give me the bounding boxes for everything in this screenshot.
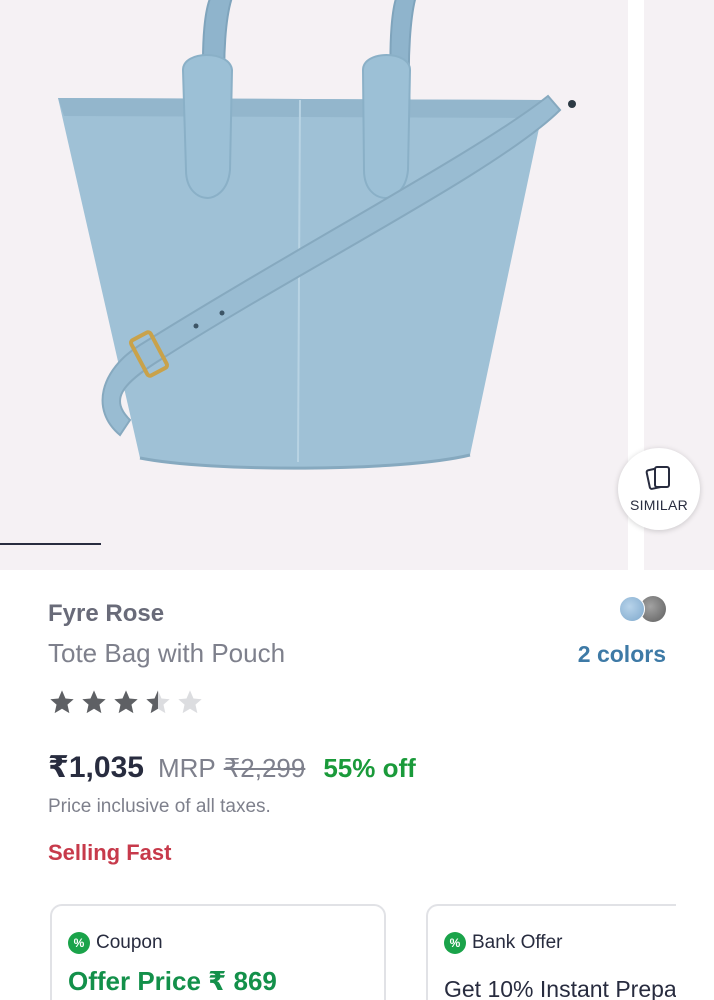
similar-label: SIMILAR (629, 497, 689, 513)
bank-offer-tag-label: Bank Offer (472, 932, 563, 953)
percent-badge-icon: % (444, 932, 466, 954)
star-icon-filled (50, 690, 74, 714)
selling-price: ₹1,035 (48, 751, 144, 784)
rating-stars (48, 688, 204, 716)
discount-badge: 55% off (323, 753, 416, 783)
star-icon-filled (82, 690, 106, 714)
similar-button[interactable]: SIMILAR (618, 448, 700, 530)
product-image-tote-bag (58, 0, 576, 470)
bank-offer-tag: % Bank Offer (444, 932, 562, 954)
star-icon-filled (114, 690, 138, 714)
carousel-progress-indicator (0, 543, 101, 545)
star-icon-half (146, 690, 170, 714)
product-image-carousel[interactable]: SIMILAR (0, 0, 714, 570)
coupon-tag-label: Coupon (96, 932, 163, 953)
mrp-label: MRP (157, 753, 216, 783)
bank-offer-text: Get 10% Instant Prepa (444, 976, 676, 1000)
tax-note: Price inclusive of all taxes. (48, 796, 271, 817)
color-swatch-blue[interactable] (619, 596, 645, 622)
percent-badge-icon: % (68, 932, 90, 954)
color-swatches[interactable] (619, 596, 667, 622)
coupon-tag: % Coupon (68, 932, 163, 954)
stacked-cards-icon (645, 466, 670, 490)
brand-name: Fyre Rose (48, 600, 165, 627)
coupon-offer-card[interactable]: % Coupon Offer Price ₹ 869 (50, 904, 386, 1000)
bank-offer-card[interactable]: % Bank Offer Get 10% Instant Prepa (426, 904, 676, 1000)
urgency-label: Selling Fast (48, 840, 172, 865)
coupon-offer-price: Offer Price ₹ 869 (68, 966, 277, 996)
product-image-main[interactable] (0, 0, 628, 570)
price-row: ₹1,035 MRP ₹2,299 55% off (48, 750, 416, 785)
colors-link[interactable]: 2 colors (578, 641, 666, 668)
star-icon-empty (178, 690, 202, 714)
mrp-value: ₹2,299 (223, 753, 306, 783)
product-name: Tote Bag with Pouch (48, 638, 286, 668)
